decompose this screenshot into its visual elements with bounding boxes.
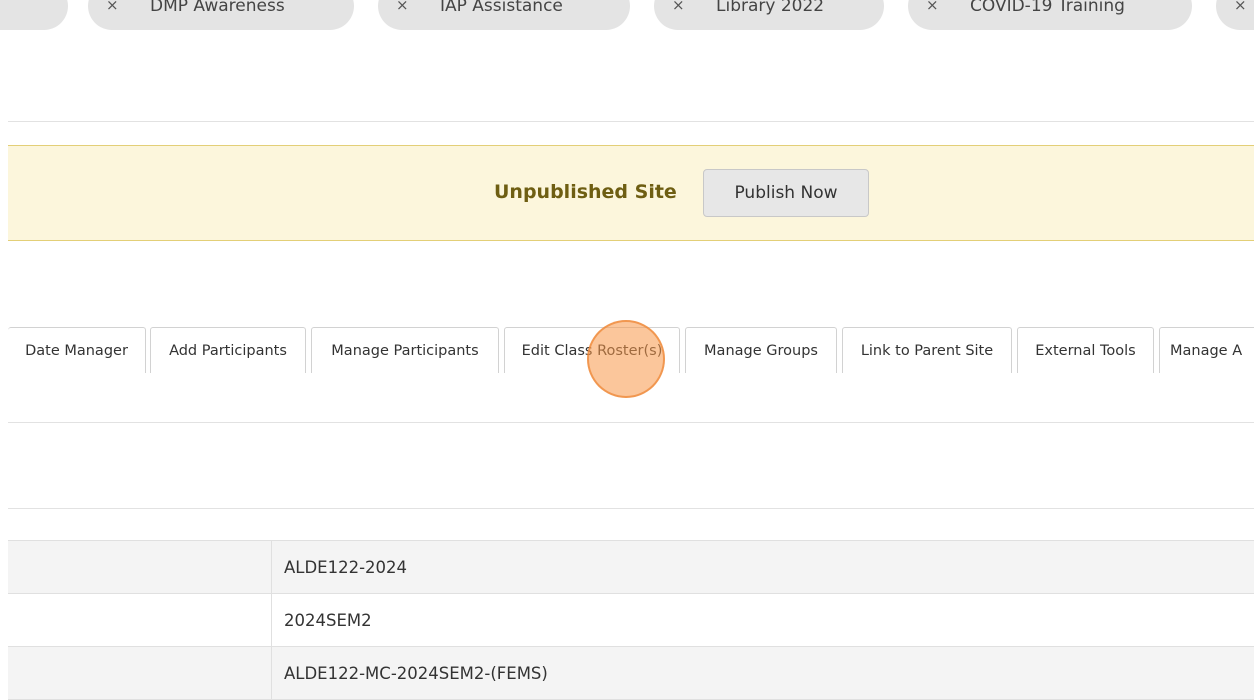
site-pill[interactable]: × IAP Assistance xyxy=(378,0,630,30)
unpublished-site-banner: Unpublished Site Publish Now xyxy=(8,145,1254,241)
tab-link-to-parent-site[interactable]: Link to Parent Site xyxy=(842,327,1012,373)
tab-manage-participants[interactable]: Manage Participants xyxy=(311,327,499,373)
site-pill[interactable]: × xyxy=(1216,0,1254,30)
site-pill-label: IAP Assistance xyxy=(440,0,563,16)
table-row-value: ALDE122-MC-2024SEM2-(FEMS) xyxy=(272,647,1254,700)
table-row: 2024SEM2 xyxy=(8,594,1254,647)
publish-now-button[interactable]: Publish Now xyxy=(703,169,869,217)
site-pill-label: DMP Awareness xyxy=(150,0,285,16)
close-icon[interactable]: × xyxy=(1234,0,1247,14)
tab-manage-groups[interactable]: Manage Groups xyxy=(685,327,837,373)
site-pill[interactable]: × DMP Awareness xyxy=(88,0,354,30)
unpublished-site-label: Unpublished Site xyxy=(494,181,677,203)
site-pill[interactable]: × Library 2022 xyxy=(654,0,884,30)
divider xyxy=(8,121,1254,122)
site-pill[interactable]: × xyxy=(0,0,68,30)
divider xyxy=(8,508,1254,509)
close-icon[interactable]: × xyxy=(106,0,119,14)
table-row-label xyxy=(8,541,272,594)
table-row-label xyxy=(8,594,272,647)
tab-manage-access[interactable]: Manage A xyxy=(1159,327,1254,373)
table-row-value: 2024SEM2 xyxy=(272,594,1254,647)
close-icon[interactable]: × xyxy=(672,0,685,14)
tab-date-manager[interactable]: Date Manager xyxy=(8,327,146,373)
table-row-value: ALDE122-2024 xyxy=(272,541,1254,594)
site-favorites-bar: × × DMP Awareness × IAP Assistance × Lib… xyxy=(0,0,1254,32)
site-pill-label: Library 2022 xyxy=(716,0,824,16)
close-icon[interactable]: × xyxy=(926,0,939,14)
site-info-table: ALDE122-2024 2024SEM2 ALDE122-MC-2024SEM… xyxy=(8,540,1254,700)
table-row: ALDE122-MC-2024SEM2-(FEMS) xyxy=(8,647,1254,700)
site-pill[interactable]: × COVID-19 Training xyxy=(908,0,1192,30)
tab-add-participants[interactable]: Add Participants xyxy=(150,327,306,373)
tab-edit-class-rosters[interactable]: Edit Class Roster(s) xyxy=(504,327,680,373)
table-row-label xyxy=(8,647,272,700)
site-info-tabs: Date Manager Add Participants Manage Par… xyxy=(0,327,1254,373)
divider xyxy=(8,422,1254,423)
tab-external-tools[interactable]: External Tools xyxy=(1017,327,1154,373)
site-pill-label: COVID-19 Training xyxy=(970,0,1125,16)
close-icon[interactable]: × xyxy=(396,0,409,14)
table-row: ALDE122-2024 xyxy=(8,541,1254,594)
